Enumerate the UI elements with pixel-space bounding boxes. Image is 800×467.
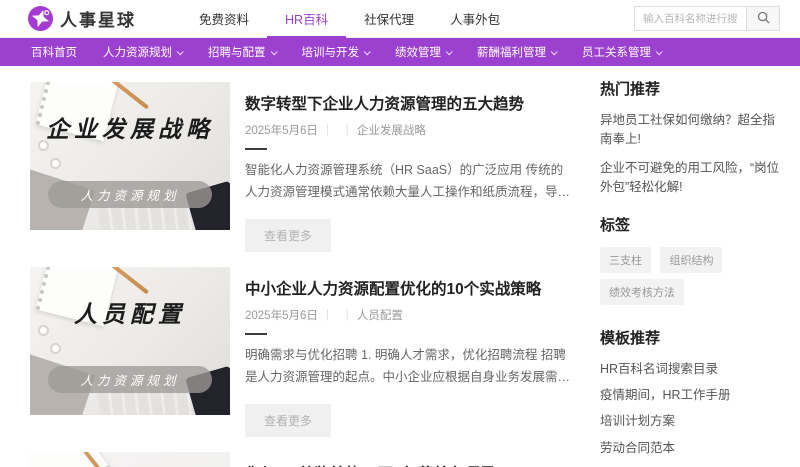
cat-recruiting[interactable]: 招聘与配置 <box>195 44 289 60</box>
sidebar: 热门推荐 异地员工社保如何缴纳？超全指南奉上! 企业不可避免的用工风险，“岗位外… <box>600 78 785 467</box>
nav-hr-outsourcing[interactable]: 人事外包 <box>432 0 518 38</box>
logo[interactable]: 人事星球 <box>28 6 136 31</box>
cat-hr-planning[interactable]: 人力资源规划 <box>90 44 195 60</box>
logo-text: 人事星球 <box>60 6 136 31</box>
article-title[interactable]: 中小企业人力资源配置优化的10个实战策略 <box>245 277 575 299</box>
hot-title: 热门推荐 <box>600 78 785 99</box>
article-thumbnail[interactable]: HR小助手 <box>30 452 230 467</box>
template-link[interactable]: HR百科名词搜索目录 <box>600 360 785 379</box>
template-link[interactable]: 疫情期间，HR工作手册 <box>600 386 785 405</box>
article-meta: 2025年5月6日｜｜企业发展战略 <box>245 122 575 138</box>
article-meta: 2025年5月6日｜｜人员配置 <box>245 307 575 323</box>
thumbnail-badge: 人力资源规划 <box>48 366 212 393</box>
hot-link[interactable]: 企业不可避免的用工风险，“岗位外包”轻松化解! <box>600 159 785 198</box>
divider <box>245 333 267 335</box>
template-link[interactable]: 劳动合同范本 <box>600 439 785 458</box>
article-category[interactable]: 人员配置 <box>357 310 403 322</box>
top-nav: 免费资料 HR百科 社保代理 人事外包 <box>181 0 518 38</box>
article-excerpt: 明确需求与优化招聘 1. 明确人才需求，优化招聘流程 招聘是人力资源管理的起点。… <box>245 345 575 389</box>
cat-compensation[interactable]: 薪酬福利管理 <box>464 44 569 60</box>
nav-social-insurance[interactable]: 社保代理 <box>346 0 432 38</box>
article-date: 2025年5月6日 <box>245 310 318 322</box>
search-icon <box>757 11 770 27</box>
main-content: 企业发展战略 人力资源规划 数字转型下企业人力资源管理的五大趋势 2025年5月… <box>0 66 800 467</box>
article-date: 2025年5月6日 <box>245 125 318 137</box>
read-more-button[interactable]: 查看更多 <box>245 219 331 252</box>
templates-title: 模板推荐 <box>600 327 785 348</box>
search-input[interactable] <box>634 6 746 31</box>
hot-section: 热门推荐 异地员工社保如何缴纳？超全指南奉上! 企业不可避免的用工风险，“岗位外… <box>600 78 785 198</box>
chevron-down-icon <box>177 48 184 55</box>
thumbnail-title: 人员配置 <box>30 295 230 329</box>
tag[interactable]: 绩效考核方法 <box>600 279 684 305</box>
cat-wiki-home[interactable]: 百科首页 <box>18 44 90 60</box>
article-thumbnail[interactable]: 人员配置 人力资源规划 <box>30 267 230 415</box>
cat-performance[interactable]: 绩效管理 <box>382 44 464 60</box>
tag[interactable]: 三支柱 <box>600 247 651 273</box>
template-link[interactable]: 培训计划方案 <box>600 412 785 431</box>
templates-section: 模板推荐 HR百科名词搜索目录 疫情期间，HR工作手册 培训计划方案 劳动合同范… <box>600 327 785 467</box>
read-more-button[interactable]: 查看更多 <box>245 404 331 437</box>
earbud-decor <box>50 343 61 354</box>
tags-title: 标签 <box>600 214 785 235</box>
logo-star-icon <box>28 6 53 31</box>
article-card: 企业发展战略 人力资源规划 数字转型下企业人力资源管理的五大趋势 2025年5月… <box>30 82 575 252</box>
article-excerpt: 智能化人力资源管理系统（HR SaaS）的广泛应用 传统的人力资源管理模式通常依… <box>245 160 575 204</box>
cat-employee-relations[interactable]: 员工关系管理 <box>569 44 674 60</box>
search-box <box>634 6 780 31</box>
thumbnail-title: 企业发展战略 <box>30 110 230 144</box>
article-title[interactable]: 数字转型下企业人力资源管理的五大趋势 <box>245 92 575 114</box>
chevron-down-icon <box>270 48 277 55</box>
nav-free-resources[interactable]: 免费资料 <box>181 0 267 38</box>
search-button[interactable] <box>746 6 780 31</box>
chevron-down-icon <box>656 48 663 55</box>
thumbnail-badge: 人力资源规划 <box>48 181 212 208</box>
earbud-decor <box>50 158 61 169</box>
chevron-down-icon <box>446 48 453 55</box>
article-title[interactable]: 你与HR总监差的10万+年薪差在哪里? <box>245 462 575 467</box>
divider <box>245 148 267 150</box>
article-card: HR小助手 你与HR总监差的10万+年薪差在哪里? 2021年7月28日｜小星星… <box>30 452 575 467</box>
category-nav: 百科首页 人力资源规划 招聘与配置 培训与开发 绩效管理 薪酬福利管理 员工关系… <box>0 38 800 66</box>
tags-section: 标签 三支柱 组织结构 绩效考核方法 <box>600 214 785 311</box>
nav-hr-wiki[interactable]: HR百科 <box>267 0 346 38</box>
article-card: 人员配置 人力资源规划 中小企业人力资源配置优化的10个实战策略 2025年5月… <box>30 267 575 437</box>
article-category[interactable]: 企业发展战略 <box>357 125 426 137</box>
hot-link[interactable]: 异地员工社保如何缴纳？超全指南奉上! <box>600 111 785 150</box>
site-header: 人事星球 免费资料 HR百科 社保代理 人事外包 <box>0 0 800 38</box>
chevron-down-icon <box>364 48 371 55</box>
tag[interactable]: 组织结构 <box>660 247 722 273</box>
cat-training[interactable]: 培训与开发 <box>289 44 383 60</box>
article-list: 企业发展战略 人力资源规划 数字转型下企业人力资源管理的五大趋势 2025年5月… <box>30 82 575 467</box>
chevron-down-icon <box>551 48 558 55</box>
article-thumbnail[interactable]: 企业发展战略 人力资源规划 <box>30 82 230 230</box>
